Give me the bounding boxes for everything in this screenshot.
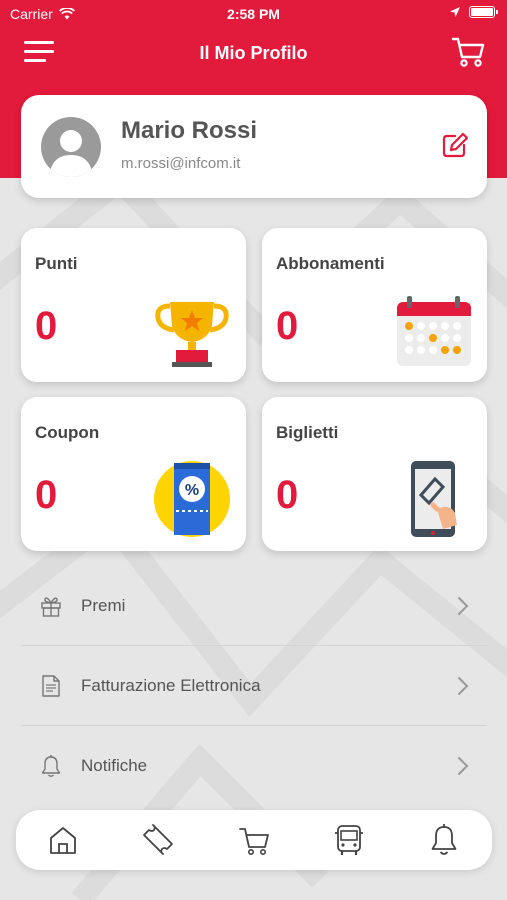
cart-icon[interactable] (237, 823, 271, 857)
tile-value: 0 (276, 304, 299, 348)
trophy-icon (155, 302, 229, 367)
tile-abbonamenti[interactable]: Abbonamenti 0 (262, 228, 487, 382)
edit-icon[interactable] (441, 131, 469, 159)
cart-icon[interactable] (451, 36, 485, 68)
menu-item-label: Notifiche (81, 756, 148, 775)
profile-name: Mario Rossi (121, 117, 258, 144)
menu-item-notifiche[interactable]: Notifiche (21, 726, 487, 806)
coupon-icon: % (154, 461, 230, 537)
chevron-right-icon (458, 757, 469, 775)
tile-biglietti[interactable]: Biglietti 0 (262, 397, 487, 551)
menu-item-fatturazione[interactable]: Fatturazione Elettronica (21, 646, 487, 726)
tile-coupon[interactable]: Coupon 0 % (21, 397, 246, 551)
gift-icon (41, 597, 61, 617)
tile-title: Abbonamenti (276, 254, 385, 273)
tile-title: Punti (35, 254, 78, 273)
menu-item-label: Fatturazione Elettronica (81, 676, 261, 695)
tile-value: 0 (35, 473, 58, 517)
profile-email: m.rossi@infcom.it (121, 155, 241, 172)
bell-icon (41, 755, 61, 777)
tile-title: Biglietti (276, 423, 339, 442)
location-arrow-icon (450, 7, 460, 17)
page-title: Il Mio Profilo (199, 43, 308, 63)
svg-text:%: % (185, 482, 199, 499)
ticket-icon[interactable] (141, 823, 175, 857)
chevron-right-icon (458, 677, 469, 695)
menu-item-premi[interactable]: Premi (21, 566, 487, 646)
tile-title: Coupon (35, 423, 100, 442)
calendar-icon (397, 296, 471, 366)
tile-value: 0 (35, 304, 58, 348)
mobile-ticket-icon (411, 461, 457, 537)
tab-bar (16, 810, 492, 870)
document-icon (42, 675, 60, 697)
tile-punti[interactable]: Punti 0 (21, 228, 246, 382)
profile-card[interactable]: Mario Rossi m.rossi@infcom.it (21, 95, 487, 198)
chevron-right-icon (458, 597, 469, 615)
bus-icon[interactable] (332, 823, 366, 857)
status-bar: Carrier 2:58 PM (0, 0, 507, 28)
status-right (449, 6, 498, 18)
home-icon[interactable] (46, 823, 80, 857)
avatar[interactable] (41, 117, 101, 177)
tile-value: 0 (276, 473, 299, 517)
bell-icon[interactable] (427, 823, 461, 857)
clock: 2:58 PM (227, 6, 280, 22)
battery-icon (469, 6, 498, 18)
user-silhouette-icon (49, 130, 93, 177)
menu-item-label: Premi (81, 596, 126, 615)
